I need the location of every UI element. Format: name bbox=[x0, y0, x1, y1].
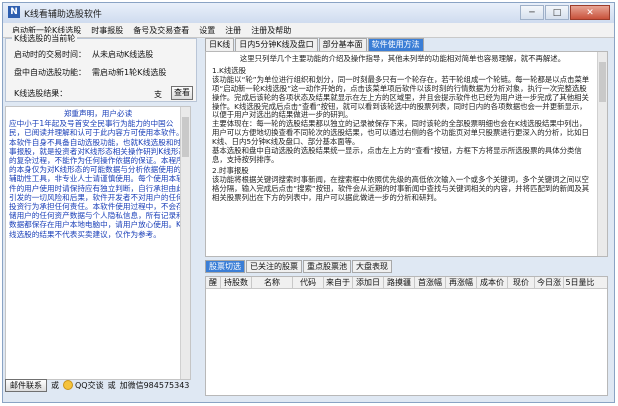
auto-step-label: 盘中自动选股功能： bbox=[14, 68, 86, 77]
result-label: K线选股结果： bbox=[14, 89, 68, 98]
col-header[interactable]: 持股数 bbox=[221, 277, 252, 288]
tab-fundamentals[interactable]: 部分基本面 bbox=[318, 38, 367, 51]
article-intro: 这里只列举几个主要功能的介绍及操作指导，其他未列举的功能相对简单也容易理解，就不… bbox=[239, 54, 566, 63]
minimize-button[interactable]: ─ bbox=[520, 5, 544, 20]
col-header[interactable]: 现价 bbox=[508, 277, 535, 288]
stock-table: 醒 持股数 名称 代码 来自于 添加日 路摸疆 首涨幅 再涨幅 成本价 现价 今… bbox=[205, 276, 608, 396]
menu-register[interactable]: 注册 bbox=[220, 25, 246, 36]
col-header[interactable]: 成本价 bbox=[477, 277, 508, 288]
menu-settings[interactable]: 设置 bbox=[194, 25, 220, 36]
tab-market[interactable]: 大盘表现 bbox=[352, 260, 392, 273]
disclaimer-text: 应中小于1年起及号首安全民事行为能力的中国公民，已阅读并理解和认可于此内容方可使… bbox=[9, 119, 187, 239]
view-button[interactable]: 查看 bbox=[171, 86, 193, 100]
close-button[interactable]: ✕ bbox=[570, 5, 610, 20]
col-header[interactable]: 路摸疆 bbox=[384, 277, 415, 288]
menu-help[interactable]: 注册及帮助 bbox=[246, 25, 296, 36]
tab-usage[interactable]: 软件使用方法 bbox=[367, 38, 424, 51]
article-para-4: 该功能将根据关键词搜索时事新闻，在搜索框中依照优先级的高低依次输入一个或多个关键… bbox=[212, 174, 590, 202]
maximize-button[interactable]: □ bbox=[545, 5, 569, 20]
menu-bar: 启动新一轮K线选股 时事报股 备号及交易查看 设置 注册 注册及帮助 bbox=[3, 23, 614, 38]
group-title: K线选股的当前轮 bbox=[12, 33, 78, 44]
right-panel: 日K线 日内5分钟K线及盘口 部分基本面 软件使用方法 这里只列举几个主要功能的… bbox=[205, 38, 608, 396]
auto-step-value: 需启动新1轮K线选股 bbox=[92, 68, 167, 77]
tab-focus-pool[interactable]: 重点股票池 bbox=[303, 260, 351, 273]
qq-label: QQ交谈 bbox=[75, 380, 104, 390]
disclaimer-title: 郑重声明，用户必读 bbox=[63, 109, 133, 118]
usage-article: 这里只列举几个主要功能的介绍及操作指导，其他未列举的功能相对简单也容易理解，就不… bbox=[205, 51, 608, 257]
top-tabs: 日K线 日内5分钟K线及盘口 部分基本面 软件使用方法 bbox=[205, 38, 425, 51]
start-time-label: 启动时的交易时间： bbox=[14, 50, 86, 59]
col-header[interactable]: 5日量比 bbox=[564, 277, 596, 288]
left-panel: K线选股的当前轮 启动时的交易时间： 从未启动K线选股 盘中自动选股功能： 需启动新… bbox=[5, 33, 199, 396]
col-header[interactable]: 醒 bbox=[206, 277, 221, 288]
current-round-group: K线选股的当前轮 启动时的交易时间： 从未启动K线选股 盘中自动选股功能： 需启动新… bbox=[5, 33, 197, 102]
col-header[interactable]: 首涨幅 bbox=[415, 277, 446, 288]
or-text-2: 或 bbox=[107, 380, 116, 390]
start-time-value: 从未启动K线选股 bbox=[92, 50, 154, 59]
tab-watched[interactable]: 已关注的股票 bbox=[246, 260, 302, 273]
auto-step-row: 盘中自动选股功能： 需启动新1轮K线选股 bbox=[14, 67, 166, 78]
qq-chat-link[interactable]: QQ交谈 bbox=[63, 380, 104, 391]
menu-records[interactable]: 备号及交易查看 bbox=[128, 25, 194, 36]
bottom-tabs: 股票切选 已关注的股票 重点股票池 大盘表现 bbox=[205, 260, 393, 273]
col-header[interactable]: 今日涨 bbox=[535, 277, 564, 288]
wechat-text: 加微信984575343 bbox=[119, 380, 190, 390]
start-time-row: 启动时的交易时间： 从未启动K线选股 bbox=[14, 49, 153, 60]
app-logo-icon: N bbox=[8, 6, 20, 18]
title-bar: N K线看辅助选股软件 ─ □ ✕ bbox=[3, 3, 614, 23]
result-count: 支 bbox=[154, 90, 162, 99]
col-header[interactable]: 代码 bbox=[293, 277, 324, 288]
qq-icon bbox=[63, 380, 73, 390]
article-para-3: 基本选股和盘中自动选股的选股结果统一显示，点击左上方的“查看”按钮，方框下方将显… bbox=[212, 146, 582, 164]
window-title: K线看辅助选股软件 bbox=[24, 10, 102, 20]
article-para-2: 主要体现在：每一轮的选股结果都以独立的记录被保存下来，同时该轮的全部股票明细也会… bbox=[212, 119, 589, 147]
menu-news[interactable]: 时事报股 bbox=[86, 25, 128, 36]
disclaimer-scrollbar[interactable] bbox=[180, 107, 190, 379]
col-header[interactable]: 名称 bbox=[252, 277, 293, 288]
tab-daily-k[interactable]: 日K线 bbox=[205, 38, 235, 51]
tab-stock-pick[interactable]: 股票切选 bbox=[205, 260, 245, 273]
article-scrollbar[interactable] bbox=[597, 52, 607, 256]
result-row: K线选股结果： bbox=[14, 88, 67, 99]
col-header[interactable]: 再涨幅 bbox=[446, 277, 477, 288]
or-text-1: 或 bbox=[51, 380, 59, 390]
tab-intraday[interactable]: 日内5分钟K线及盘口 bbox=[235, 38, 318, 51]
table-header: 醒 持股数 名称 代码 来自于 添加日 路摸疆 首涨幅 再涨幅 成本价 现价 今… bbox=[206, 277, 607, 289]
disclaimer-panel: 郑重声明，用户必读 应中小于1年起及号首安全民事行为能力的中国公民，已阅读并理解… bbox=[5, 106, 191, 380]
col-header[interactable]: 添加日 bbox=[353, 277, 384, 288]
email-button[interactable]: 邮件联系 bbox=[5, 378, 47, 392]
col-header[interactable]: 来自于 bbox=[324, 277, 353, 288]
article-para-1: 该功能以“轮”为单位进行组织和划分，同一时刻最多只有一个轮存在，若干轮组成一个轮… bbox=[212, 74, 590, 120]
